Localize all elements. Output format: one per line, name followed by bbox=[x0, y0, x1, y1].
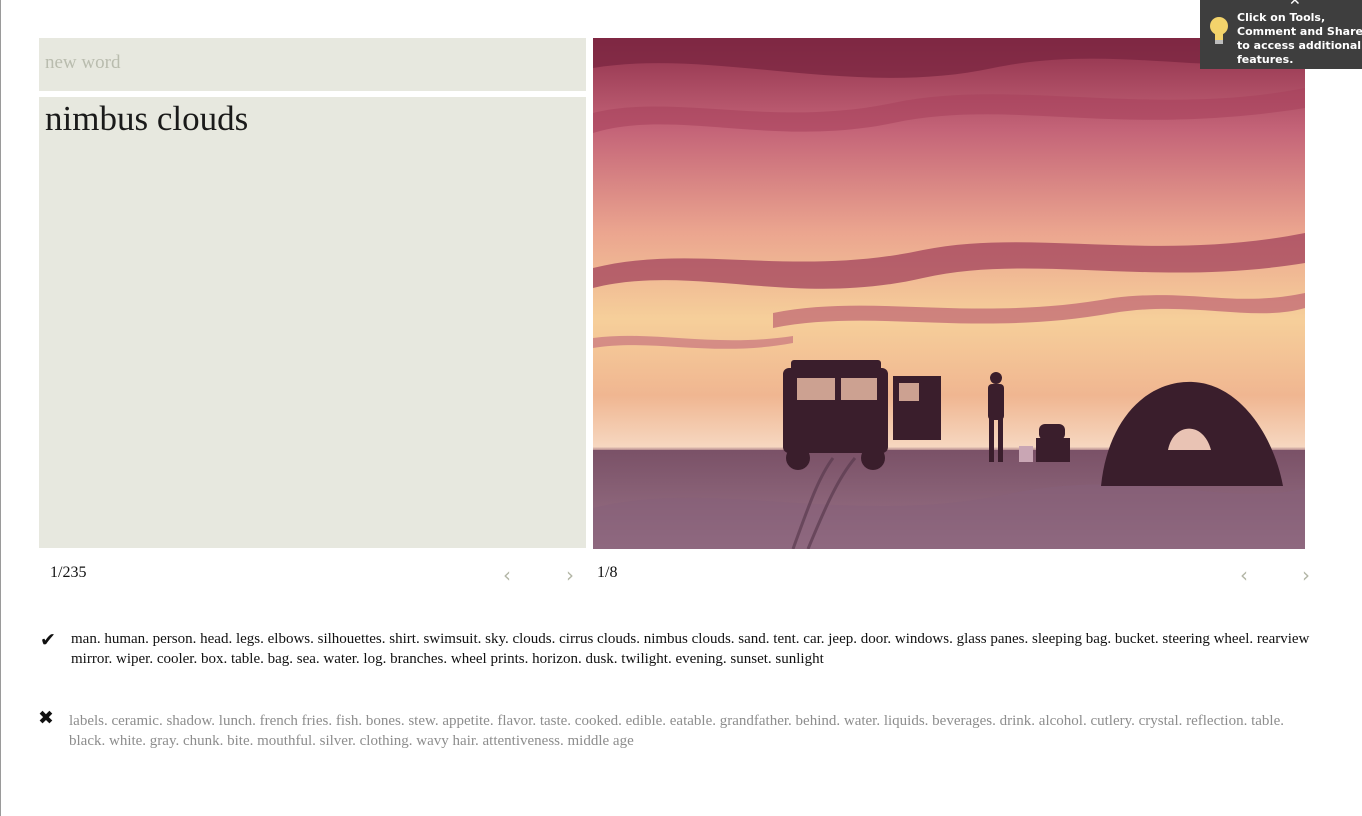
x-mark-icon: ✖ bbox=[38, 707, 54, 729]
incorrect-tags-list: labels. ceramic. shadow. lunch. french f… bbox=[69, 713, 1284, 749]
scene-image bbox=[593, 38, 1305, 549]
chevron-right-icon: › bbox=[1302, 563, 1310, 587]
image-prev-button[interactable]: ‹ bbox=[1240, 565, 1248, 585]
image-counter: 1/8 bbox=[597, 564, 618, 581]
tooltip: ✕ Click on Tools, Comment and Share to a… bbox=[1200, 0, 1362, 69]
new-word-placeholder: new word bbox=[45, 52, 121, 73]
word-display-panel: nimbus clouds bbox=[39, 97, 586, 548]
correct-tags-list: man. human. person. head. legs. elbows. … bbox=[71, 631, 1310, 667]
new-word-input[interactable]: new word bbox=[39, 38, 586, 91]
image-next-button[interactable]: › bbox=[1302, 565, 1310, 585]
close-icon[interactable]: ✕ bbox=[1289, 0, 1301, 8]
word-counter: 1/235 bbox=[50, 564, 87, 581]
word-next-button[interactable]: › bbox=[566, 565, 574, 585]
chevron-right-icon: › bbox=[566, 563, 574, 587]
lightbulb-icon bbox=[1209, 16, 1229, 50]
checkmark-icon: ✔ bbox=[40, 629, 56, 651]
current-word: nimbus clouds bbox=[45, 99, 249, 138]
word-prev-button[interactable]: ‹ bbox=[503, 565, 511, 585]
window-left-border bbox=[0, 0, 1, 816]
chevron-left-icon: ‹ bbox=[1240, 563, 1248, 587]
chevron-left-icon: ‹ bbox=[503, 563, 511, 587]
tooltip-text: Click on Tools, Comment and Share to acc… bbox=[1237, 11, 1362, 66]
